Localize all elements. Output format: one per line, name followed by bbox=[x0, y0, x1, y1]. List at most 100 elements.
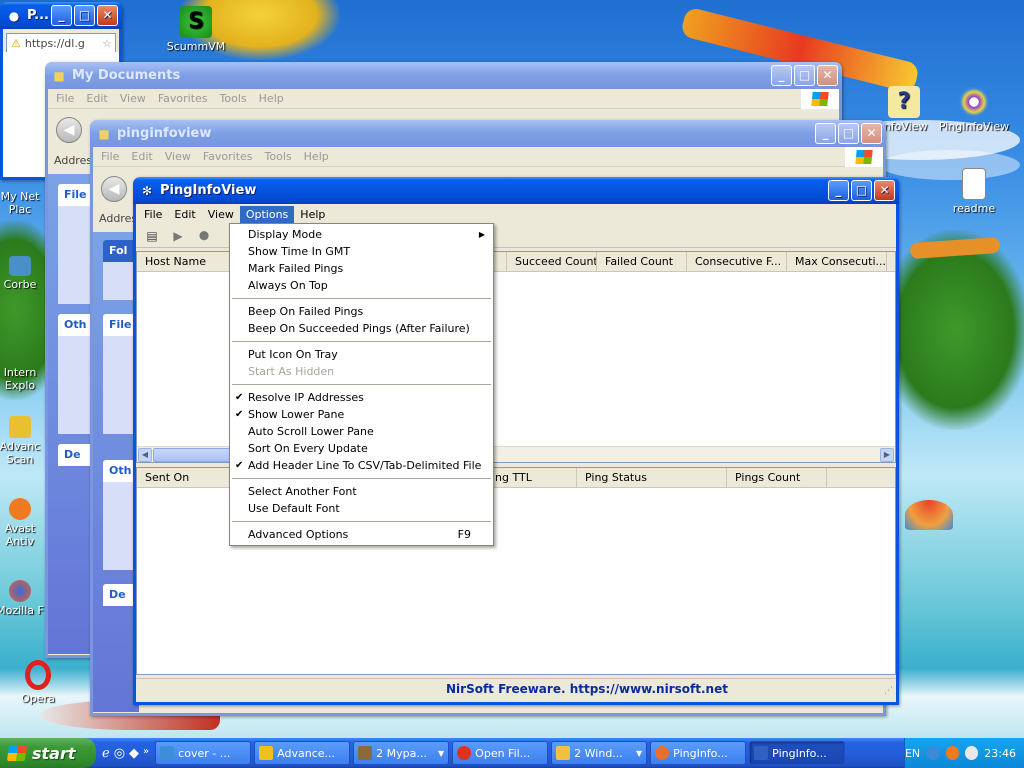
menu-item-beep-succeeded[interactable]: Beep On Succeeded Pings (After Failure) bbox=[230, 320, 493, 337]
desktop-icon-advanced-scan[interactable]: Advanc Scan bbox=[0, 416, 46, 466]
folder-titlebar[interactable]: ■ pinginfoview _ □ ✕ bbox=[90, 120, 886, 147]
pinginfoview-app-icon: ✻ bbox=[141, 183, 153, 198]
menu-view[interactable]: View bbox=[202, 206, 240, 223]
scroll-left-arrow[interactable]: ◀ bbox=[138, 448, 152, 462]
column-max-consecutive[interactable]: Max Consecuti... bbox=[787, 252, 887, 272]
internet-explorer-icon[interactable]: ℯ bbox=[102, 746, 110, 761]
back-button[interactable]: ◀ bbox=[56, 117, 82, 143]
scroll-right-arrow[interactable]: ▶ bbox=[880, 448, 894, 462]
minimize-button[interactable]: _ bbox=[51, 5, 72, 26]
menu-item-label: Always On Top bbox=[248, 279, 328, 292]
menu-item-auto-scroll[interactable]: Auto Scroll Lower Pane bbox=[230, 423, 493, 440]
tray-back-icon[interactable] bbox=[926, 746, 940, 760]
window-title: My Documents bbox=[72, 68, 181, 83]
scrollbar-thumb[interactable] bbox=[153, 448, 233, 462]
menu-favorites[interactable]: Favorites bbox=[152, 90, 214, 107]
task-label: PingInfo... bbox=[772, 746, 827, 760]
menu-item-always-on-top[interactable]: Always On Top bbox=[230, 277, 493, 294]
add-hosts-icon[interactable]: ▤ bbox=[142, 227, 162, 245]
taskbar-button-pinginfo-firefox[interactable]: PingInfo... bbox=[650, 741, 747, 765]
desktop-icon-internet-explorer[interactable]: Intern Explo bbox=[0, 366, 46, 392]
menu-item-mark-failed-pings[interactable]: Mark Failed Pings bbox=[230, 260, 493, 277]
desktop-icon-my-network-places[interactable]: My Net Plac bbox=[0, 190, 46, 216]
menu-item-resolve-ip[interactable]: ✔ Resolve IP Addresses bbox=[230, 389, 493, 406]
column-ping-status[interactable]: Ping Status bbox=[577, 468, 727, 488]
minimize-button[interactable]: _ bbox=[815, 123, 836, 144]
my-documents-titlebar[interactable]: ■ My Documents _ □ ✕ bbox=[45, 62, 842, 89]
show-desktop-icon[interactable]: ◆ bbox=[129, 746, 139, 761]
menu-options[interactable]: Options bbox=[239, 205, 295, 223]
close-button[interactable]: ✕ bbox=[874, 180, 895, 201]
menu-help[interactable]: Help bbox=[253, 90, 290, 107]
column-failed-count[interactable]: Failed Count bbox=[597, 252, 687, 272]
menu-view[interactable]: View bbox=[114, 90, 152, 107]
avast-tray-icon[interactable] bbox=[945, 746, 959, 760]
advanced-scan-icon bbox=[9, 416, 31, 438]
menu-item-add-header-line[interactable]: ✔ Add Header Line To CSV/Tab-Delimited Fi… bbox=[230, 457, 493, 474]
desktop-icon-mozilla[interactable]: Mozilla F bbox=[0, 580, 46, 617]
maximize-button[interactable]: □ bbox=[851, 180, 872, 201]
start-button[interactable]: start bbox=[0, 738, 96, 768]
menu-item-show-time-gmt[interactable]: Show Time In GMT bbox=[230, 243, 493, 260]
menu-edit[interactable]: Edit bbox=[125, 148, 158, 165]
address-bar[interactable]: ⚠ https://dl.g ☆ bbox=[6, 33, 116, 53]
desktop-icon-corbe[interactable]: Corbe bbox=[0, 256, 46, 291]
close-button[interactable]: ✕ bbox=[97, 5, 118, 26]
start-icon[interactable]: ▶ bbox=[168, 227, 188, 245]
menu-help[interactable]: Help bbox=[294, 206, 331, 223]
menu-item-select-font[interactable]: Select Another Font bbox=[230, 483, 493, 500]
menu-help[interactable]: Help bbox=[298, 148, 335, 165]
browser-titlebar[interactable]: ● P... _ □ ✕ bbox=[0, 2, 122, 29]
maximize-button[interactable]: □ bbox=[794, 65, 815, 86]
taskbar-button-mypa[interactable]: 2 Mypa... ▼ bbox=[353, 741, 450, 765]
taskbar-button-cover[interactable]: cover - ... bbox=[155, 741, 252, 765]
volume-icon[interactable] bbox=[964, 746, 979, 760]
maximize-button[interactable]: □ bbox=[838, 123, 859, 144]
column-consecutive-failed[interactable]: Consecutive F... bbox=[687, 252, 787, 272]
menu-tools[interactable]: Tools bbox=[259, 148, 298, 165]
menu-item-beep-failed[interactable]: Beep On Failed Pings bbox=[230, 303, 493, 320]
menu-edit[interactable]: Edit bbox=[80, 90, 113, 107]
taskbar-button-advanced[interactable]: Advance... bbox=[254, 741, 351, 765]
menu-view[interactable]: View bbox=[159, 148, 197, 165]
task-label: 2 Wind... bbox=[574, 746, 623, 760]
menu-item-advanced-options[interactable]: Advanced Options F9 bbox=[230, 526, 493, 543]
menu-file[interactable]: File bbox=[50, 90, 80, 107]
back-button[interactable]: ◀ bbox=[101, 176, 127, 202]
menu-edit[interactable]: Edit bbox=[168, 206, 201, 223]
close-button[interactable]: ✕ bbox=[817, 65, 838, 86]
bookmark-star-icon[interactable]: ☆ bbox=[102, 37, 115, 50]
menu-item-show-lower-pane[interactable]: ✔ Show Lower Pane bbox=[230, 406, 493, 423]
stop-icon[interactable]: ⬤ bbox=[194, 227, 214, 245]
menu-file[interactable]: File bbox=[138, 206, 168, 223]
nirsoft-link[interactable]: NirSoft Freeware. https://www.nirsoft.ne… bbox=[446, 682, 728, 696]
desktop-icon-scummvm[interactable]: S ScummVM bbox=[160, 6, 232, 53]
quick-launch-expand-icon[interactable]: » bbox=[143, 746, 149, 761]
menu-item-put-icon-on-tray[interactable]: Put Icon On Tray bbox=[230, 346, 493, 363]
menu-favorites[interactable]: Favorites bbox=[197, 148, 259, 165]
menu-item-default-font[interactable]: Use Default Font bbox=[230, 500, 493, 517]
close-button[interactable]: ✕ bbox=[861, 123, 882, 144]
maximize-button[interactable]: □ bbox=[74, 5, 95, 26]
column-pings-count[interactable]: Pings Count bbox=[727, 468, 827, 488]
desktop-icon-avast[interactable]: Avast Antiv bbox=[0, 498, 46, 548]
menu-file[interactable]: File bbox=[95, 148, 125, 165]
pinginfoview-titlebar[interactable]: ✻ PingInfoView _ □ ✕ bbox=[133, 177, 899, 204]
taskbar-button-pinginfoview[interactable]: PingInfo... bbox=[749, 741, 846, 765]
media-player-icon[interactable]: ◎ bbox=[114, 746, 125, 761]
desktop-icon-readme[interactable]: readme bbox=[938, 168, 1010, 215]
menu-item-sort-every-update[interactable]: Sort On Every Update bbox=[230, 440, 493, 457]
column-ping-ttl[interactable]: ng TTL bbox=[487, 468, 577, 488]
taskbar-button-windows[interactable]: 2 Wind... ▼ bbox=[551, 741, 648, 765]
menu-item-display-mode[interactable]: Display Mode ▶ bbox=[230, 226, 493, 243]
minimize-button[interactable]: _ bbox=[828, 180, 849, 201]
taskbar-button-open-file[interactable]: Open Fil... bbox=[452, 741, 549, 765]
menu-tools[interactable]: Tools bbox=[214, 90, 253, 107]
minimize-button[interactable]: _ bbox=[771, 65, 792, 86]
menu-item-label: Add Header Line To CSV/Tab-Delimited Fil… bbox=[248, 459, 482, 472]
language-indicator[interactable]: EN bbox=[905, 747, 920, 760]
desktop-icon-opera[interactable]: Opera bbox=[2, 660, 74, 705]
resize-grip-icon[interactable]: ⋰ bbox=[884, 686, 893, 696]
column-succeed-count[interactable]: Succeed Count bbox=[507, 252, 597, 272]
desktop-icon-pinginfoview[interactable]: PingInfoView bbox=[938, 86, 1010, 133]
